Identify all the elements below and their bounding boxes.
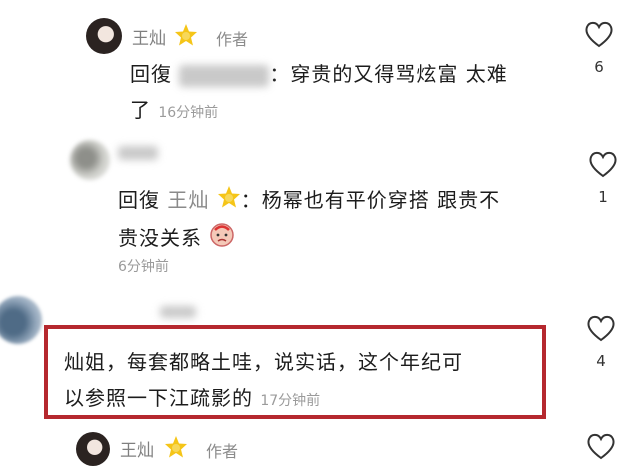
user-avatar[interactable] bbox=[0, 296, 42, 344]
comment-text-line1: 灿姐，每套都略土哇，说实话，这个年纪可 bbox=[64, 350, 463, 374]
comment-text-line2: 贵没关系 bbox=[118, 225, 202, 250]
star-badge-icon bbox=[164, 435, 188, 463]
like-count: 1 bbox=[598, 188, 608, 206]
like-heart-icon[interactable] bbox=[584, 20, 614, 48]
author-tag: 作者 bbox=[216, 30, 249, 49]
mention-separator: ： bbox=[240, 188, 262, 212]
author-name[interactable]: 王灿 bbox=[132, 24, 166, 49]
comment-body: 回復 王灿 ：杨幂也有平价穿搭 跟贵不 贵没关系 bbox=[118, 182, 568, 258]
redacted-username bbox=[160, 306, 196, 318]
mention-name[interactable]: 王灿 bbox=[167, 188, 209, 212]
star-badge-icon bbox=[217, 184, 241, 220]
comment-text-line1: 杨幂也有平价穿搭 跟贵不 bbox=[261, 188, 501, 212]
author-avatar[interactable] bbox=[76, 432, 110, 466]
author-avatar[interactable] bbox=[86, 18, 122, 54]
timestamp: 17分钟前 bbox=[260, 393, 321, 409]
comment-body: 回復 ：穿贵的又得骂炫富 太难 了 16分钟前 bbox=[130, 56, 570, 131]
author-tag: 作者 bbox=[206, 442, 239, 461]
redacted-username bbox=[118, 146, 158, 160]
like-heart-icon[interactable] bbox=[588, 150, 618, 178]
like-heart-icon[interactable] bbox=[586, 432, 616, 460]
star-badge-icon bbox=[174, 23, 198, 51]
comment-text-line1: 穿贵的又得骂炫富 太难 bbox=[290, 62, 508, 86]
timestamp: 16分钟前 bbox=[158, 105, 219, 121]
comment-text-line2: 以参照一下江疏影的 bbox=[64, 386, 253, 410]
author-name[interactable]: 王灿 bbox=[120, 436, 154, 461]
like-count: 6 bbox=[594, 58, 604, 76]
redacted-username bbox=[179, 64, 270, 87]
comment-body: 灿姐，每套都略土哇，说实话，这个年纪可 以参照一下江疏影的 17分钟前 bbox=[64, 344, 544, 419]
timestamp: 6分钟前 bbox=[118, 259, 169, 275]
reply-prefix: 回復 bbox=[118, 188, 160, 212]
user-avatar[interactable] bbox=[70, 140, 110, 180]
mention-separator: ： bbox=[269, 62, 291, 86]
comment-text-line2: 了 bbox=[130, 98, 151, 122]
pouting-face-emoji-icon bbox=[209, 221, 235, 258]
reply-prefix: 回復 bbox=[130, 62, 172, 86]
like-heart-icon[interactable] bbox=[586, 314, 616, 342]
like-count: 4 bbox=[596, 352, 606, 370]
